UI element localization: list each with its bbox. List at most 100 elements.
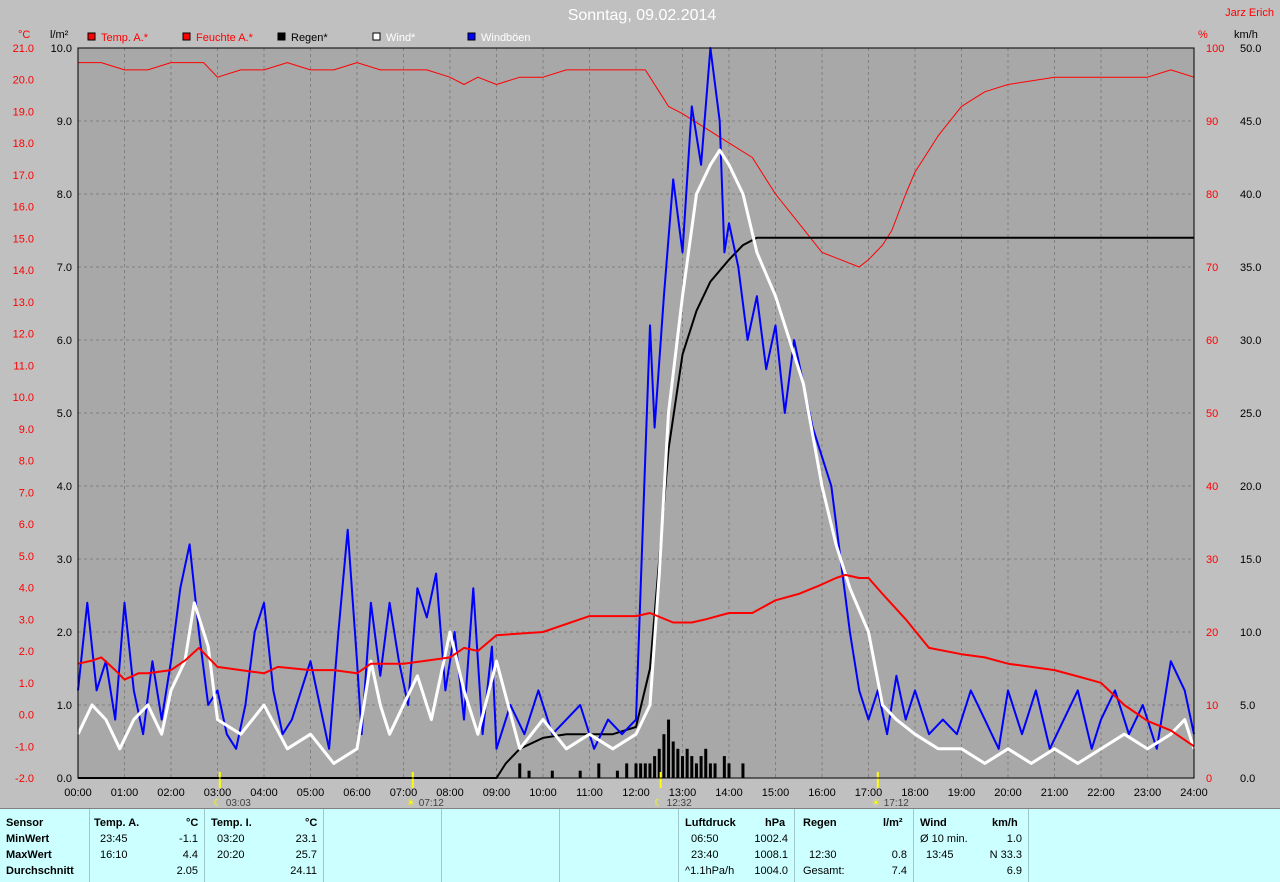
- stats-col-rain: Regen l/m² 12:30 0.8 Gesamt: 7.4: [795, 809, 914, 882]
- wind-unit: km/h: [992, 817, 1018, 829]
- humidity-tick-label: 70: [1206, 262, 1218, 274]
- pressure-trend: ^1.1hPa/h: [685, 865, 735, 877]
- stats-col-temp-a: Temp. A. °C 23:45 -1.1 16:10 4.4 2.05: [90, 809, 205, 882]
- sun-icon: ☀: [406, 798, 415, 808]
- legend-swatch-temp: [87, 32, 96, 41]
- stats-col-sensor: Sensor MinWert MaxWert Durchschnitt: [0, 809, 90, 882]
- pressure-header: Luftdruck: [685, 817, 736, 829]
- temp-tick-label: 7.0: [19, 487, 34, 499]
- rain-bar: [578, 770, 582, 778]
- unit-wind: km/h: [1234, 29, 1258, 41]
- rain-tick-label: 9.0: [57, 116, 72, 128]
- temp-tick-label: 1.0: [19, 678, 34, 690]
- humidity-tick-label: 90: [1206, 116, 1218, 128]
- statistics-panel: Sensor MinWert MaxWert Durchschnitt Temp…: [0, 808, 1280, 882]
- stats-col-empty-3: [560, 809, 679, 882]
- weather-chart: Sonntag, 09.02.2014 Jarz Erich °C l/m² %…: [0, 0, 1280, 808]
- rain-bar: [690, 756, 694, 778]
- rain-unit: l/m²: [883, 817, 903, 829]
- x-tick-label: 19:00: [948, 787, 976, 799]
- rain-tick-label: 6.0: [57, 335, 72, 347]
- rain-tick-label: 10.0: [51, 43, 72, 55]
- wind-tick-label: 10.0: [1240, 627, 1261, 639]
- stats-col-temp-i: Temp. I. °C 03:20 23.1 20:20 25.7 24.11: [205, 809, 324, 882]
- rain-bar: [727, 763, 731, 778]
- rain-bar: [704, 748, 708, 778]
- wind-tick-label: 25.0: [1240, 408, 1261, 420]
- rain-bar: [681, 756, 684, 778]
- stats-row-max: MaxWert: [6, 849, 52, 861]
- pressure-min: 1002.4: [754, 833, 788, 845]
- sun-icon: ☀: [871, 798, 880, 808]
- wind-min: 1.0: [1006, 833, 1022, 845]
- x-tick-label: 12:00: [622, 787, 650, 799]
- temp-tick-label: -1.0: [15, 741, 34, 753]
- x-tick-label: 21:00: [1041, 787, 1069, 799]
- humidity-tick-label: 60: [1206, 335, 1218, 347]
- rain-bar: [550, 770, 554, 778]
- chart-title: Sonntag, 09.02.2014: [568, 7, 717, 24]
- temp-a-header: Temp. A.: [94, 817, 140, 829]
- pressure-unit: hPa: [765, 817, 786, 829]
- stats-col-empty-2: [442, 809, 560, 882]
- rain-tick-label: 3.0: [57, 554, 72, 566]
- rain-bar: [722, 756, 726, 778]
- temp-tick-label: 17.0: [13, 170, 34, 182]
- temp-tick-label: 3.0: [19, 614, 34, 626]
- x-tick-label: 00:00: [64, 787, 92, 799]
- temp-tick-label: 6.0: [19, 519, 34, 531]
- x-tick-label: 24:00: [1180, 787, 1208, 799]
- rain-bar: [741, 763, 745, 778]
- legend-label-gusts: Windböen: [481, 32, 531, 44]
- stats-row-avg: Durchschnitt: [6, 865, 74, 877]
- temp-tick-label: 20.0: [13, 75, 34, 87]
- temp-i-max-time: 20:20: [217, 849, 245, 861]
- legend-label-temp: Temp. A.*: [101, 32, 149, 44]
- humidity-tick-label: 80: [1206, 189, 1218, 201]
- x-tick-label: 20:00: [994, 787, 1022, 799]
- wind-max-time: 13:45: [926, 849, 954, 861]
- humidity-tick-label: 30: [1206, 554, 1218, 566]
- x-tick-label: 15:00: [762, 787, 790, 799]
- rain-bar: [518, 763, 522, 778]
- rain-bar: [527, 770, 531, 778]
- temp-i-min-time: 03:20: [217, 833, 245, 845]
- rain-bar: [662, 734, 666, 778]
- rain-bar: [615, 770, 619, 778]
- legend-label-rain: Regen*: [291, 32, 328, 44]
- rain-bar: [671, 741, 675, 778]
- legend-label-wind: Wind*: [386, 32, 416, 44]
- rain-bar: [653, 756, 657, 778]
- x-tick-label: 02:00: [157, 787, 185, 799]
- legend-swatch-rain: [277, 32, 286, 41]
- rain-max: 0.8: [891, 849, 907, 861]
- rain-bar: [699, 756, 703, 778]
- temp-tick-label: 15.0: [13, 233, 34, 245]
- wind-tick-label: 35.0: [1240, 262, 1261, 274]
- temp-tick-label: 5.0: [19, 551, 34, 563]
- unit-temp: °C: [18, 29, 30, 41]
- pressure-max: 1008.1: [754, 849, 788, 861]
- temp-tick-label: 9.0: [19, 424, 34, 436]
- wind-tick-label: 40.0: [1240, 189, 1261, 201]
- temp-tick-label: 11.0: [13, 360, 34, 372]
- temp-tick-label: 16.0: [13, 202, 34, 214]
- wind-header: Wind: [920, 817, 947, 829]
- humidity-tick-label: 10: [1206, 700, 1218, 712]
- humidity-tick-label: 40: [1206, 481, 1218, 493]
- temp-i-max: 25.7: [295, 849, 317, 861]
- temp-tick-label: 4.0: [19, 583, 34, 595]
- rain-bar: [713, 763, 717, 778]
- stats-col-empty-1: [324, 809, 442, 882]
- rain-tick-label: 0.0: [57, 773, 72, 785]
- wind-tick-label: 0.0: [1240, 773, 1255, 785]
- humidity-tick-label: 100: [1206, 43, 1224, 55]
- temp-a-max-time: 16:10: [100, 849, 128, 861]
- x-tick-label: 22:00: [1087, 787, 1115, 799]
- temp-a-min-time: 23:45: [100, 833, 128, 845]
- rain-tick-label: 1.0: [57, 700, 72, 712]
- rain-header: Regen: [803, 817, 837, 829]
- marker-time-label: 07:12: [419, 798, 444, 808]
- x-tick-label: 14:00: [715, 787, 743, 799]
- x-tick-label: 11:00: [576, 787, 603, 799]
